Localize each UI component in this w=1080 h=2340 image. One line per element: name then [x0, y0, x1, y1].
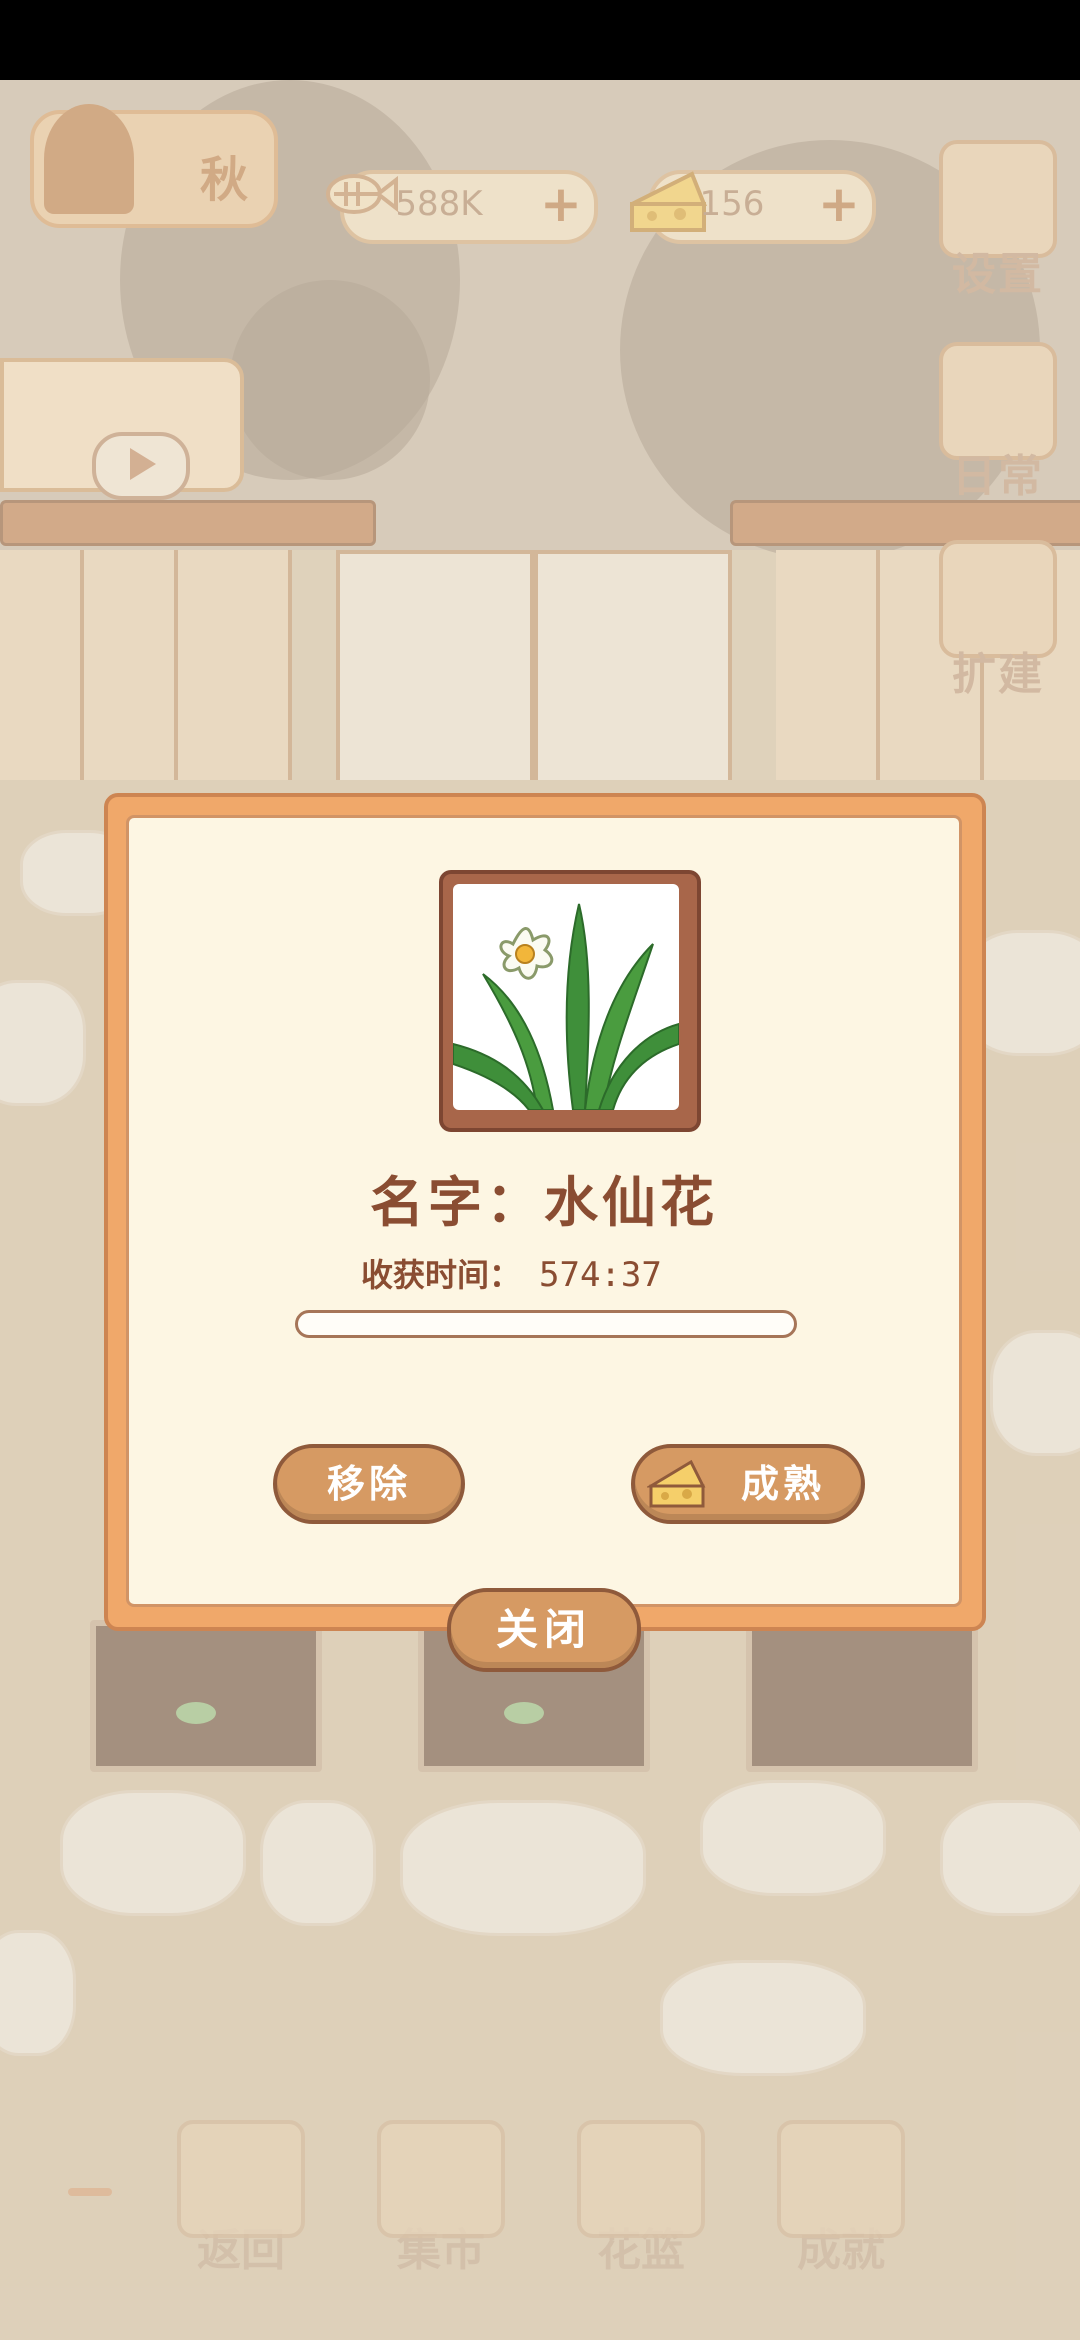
dialog-body: 名字：水仙花 收获时间： 574:37 移除 成熟	[126, 815, 962, 1607]
narcissus-icon	[453, 903, 679, 1110]
status-bar	[0, 0, 1080, 80]
plant-portrait-frame	[439, 870, 701, 1132]
ripen-button[interactable]: 成熟	[631, 1444, 865, 1524]
harvest-timer: 收获时间： 574:37	[361, 1250, 662, 1296]
ripen-button-label: 成熟	[740, 1462, 825, 1506]
remove-button[interactable]: 移除	[273, 1444, 465, 1524]
close-button[interactable]: 关闭	[447, 1588, 641, 1672]
growth-progress-bar	[295, 1310, 797, 1338]
narcissus-image	[453, 884, 679, 1110]
plant-info-dialog: 名字：水仙花 收获时间： 574:37 移除 成熟	[104, 793, 986, 1631]
harvest-time-value: 574:37	[539, 1255, 662, 1295]
cheese-icon	[647, 1459, 706, 1508]
close-button-label: 关闭	[495, 1605, 592, 1654]
remove-button-label: 移除	[326, 1462, 411, 1506]
harvest-time-label: 收获时间：	[361, 1256, 522, 1294]
plant-name: 名字：水仙花	[370, 1171, 718, 1234]
